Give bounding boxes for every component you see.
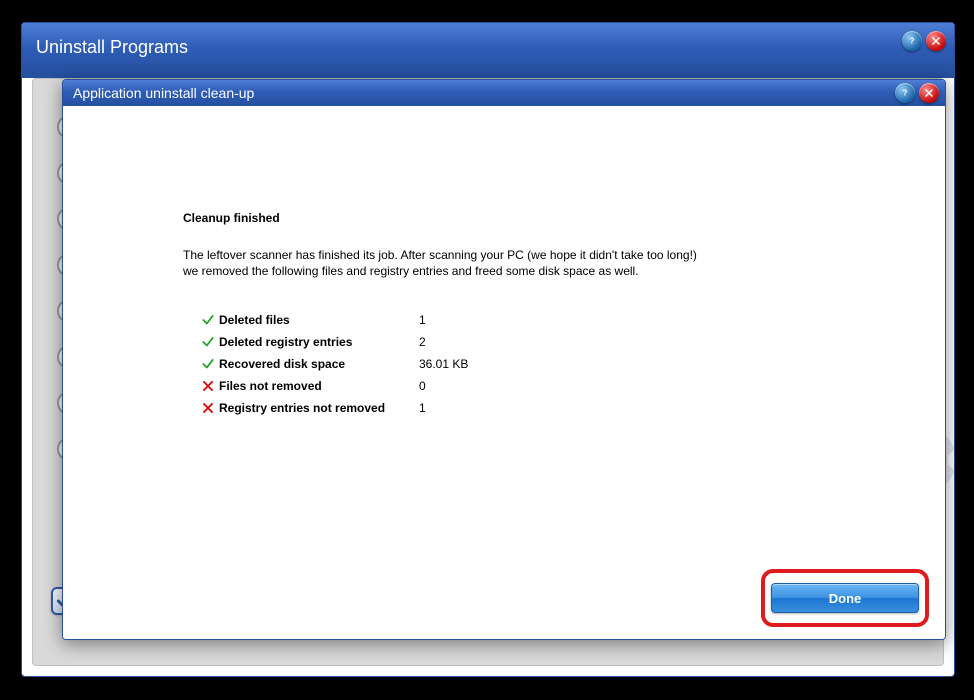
stat-label: Recovered disk space — [219, 357, 419, 371]
back-window-titlebar: Uninstall Programs ? — [22, 23, 954, 78]
stat-label: Files not removed — [219, 379, 419, 393]
stat-row: Registry entries not removed1 — [197, 397, 823, 419]
stat-label: Deleted files — [219, 313, 419, 327]
help-icon[interactable]: ? — [895, 83, 915, 103]
cleanup-report: Cleanup finished The leftover scanner ha… — [183, 211, 823, 419]
done-button[interactable]: Done — [771, 583, 919, 613]
stat-row: Deleted registry entries2 — [197, 331, 823, 353]
dialog-titlebar: Application uninstall clean-up ? — [63, 80, 945, 106]
check-icon — [197, 335, 219, 349]
stat-value: 1 — [419, 313, 426, 327]
stat-value: 0 — [419, 379, 426, 393]
report-line2: we removed the following files and regis… — [183, 264, 639, 278]
stat-row: Files not removed0 — [197, 375, 823, 397]
cross-icon — [197, 401, 219, 415]
stat-label: Deleted registry entries — [219, 335, 419, 349]
dialog-title: Application uninstall clean-up — [73, 85, 254, 101]
check-icon — [197, 313, 219, 327]
svg-text:?: ? — [910, 37, 915, 46]
check-icon — [197, 357, 219, 371]
cross-icon — [197, 379, 219, 393]
close-icon[interactable] — [919, 83, 939, 103]
stat-row: Recovered disk space36.01 KB — [197, 353, 823, 375]
dialog-body: Cleanup finished The leftover scanner ha… — [63, 106, 945, 639]
stat-value: 2 — [419, 335, 426, 349]
stat-row: Deleted files1 — [197, 309, 823, 331]
stat-value: 1 — [419, 401, 426, 415]
report-line1: The leftover scanner has finished its jo… — [183, 248, 697, 262]
report-heading: Cleanup finished — [183, 211, 823, 225]
svg-text:?: ? — [903, 89, 908, 98]
cleanup-dialog: Application uninstall clean-up ? Cleanup… — [62, 79, 946, 640]
report-description: The leftover scanner has finished its jo… — [183, 247, 823, 279]
back-window-title: Uninstall Programs — [36, 37, 188, 58]
stat-label: Registry entries not removed — [219, 401, 419, 415]
close-icon[interactable] — [926, 31, 946, 51]
stat-value: 36.01 KB — [419, 357, 468, 371]
done-highlight: Done — [761, 569, 929, 627]
stats-list: Deleted files1Deleted registry entries2R… — [197, 309, 823, 419]
help-icon[interactable]: ? — [902, 31, 922, 51]
